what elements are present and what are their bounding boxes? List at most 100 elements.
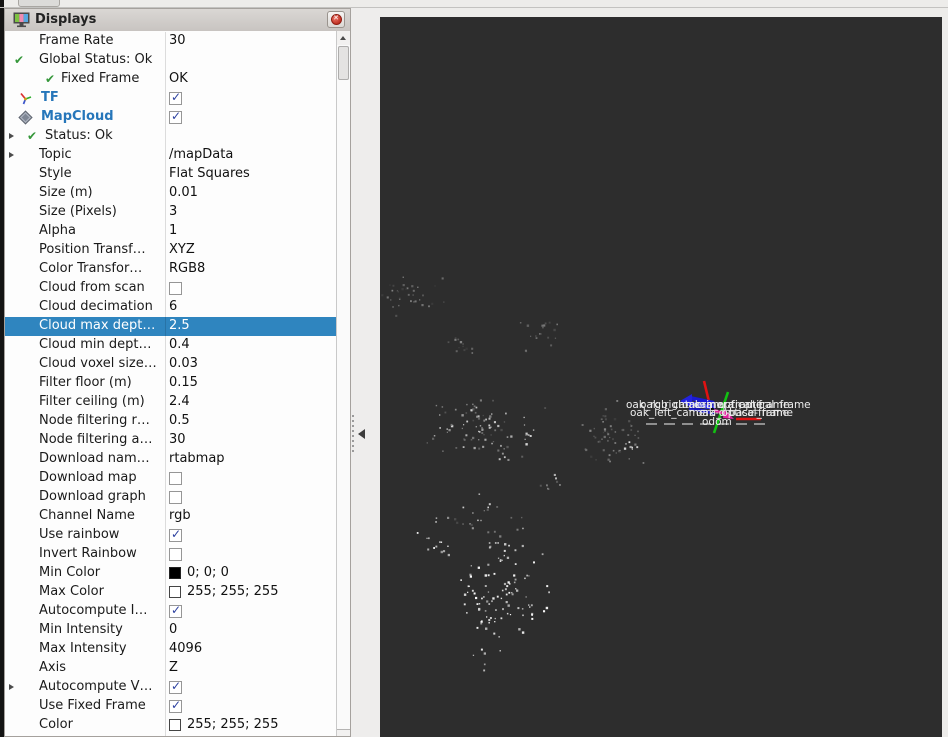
- property-row-max-intensity[interactable]: Max Intensity 4096: [5, 640, 338, 659]
- property-value[interactable]: OK: [169, 71, 338, 86]
- property-row-download-nam[interactable]: Download nam… rtabmap: [5, 450, 338, 469]
- toolbar-button-fragment[interactable]: [18, 0, 60, 7]
- color-swatch[interactable]: [169, 586, 181, 598]
- property-value[interactable]: [169, 470, 338, 485]
- property-tree[interactable]: Frame Rate 30 ✔ Global Status: Ok ✔ Fixed Fra…: [5, 31, 338, 736]
- property-value[interactable]: [169, 546, 338, 561]
- property-row-frame-rate[interactable]: Frame Rate 30: [5, 32, 338, 51]
- property-value[interactable]: 6: [169, 299, 338, 314]
- scroll-down-button[interactable]: [337, 729, 350, 736]
- checkbox-unchecked[interactable]: [169, 548, 182, 561]
- property-row-max-color[interactable]: Max Color 255; 255; 255: [5, 583, 338, 602]
- property-row-channel-name[interactable]: Channel Name rgb: [5, 507, 338, 526]
- property-value[interactable]: rtabmap: [169, 451, 338, 466]
- checkbox-unchecked[interactable]: [169, 282, 182, 295]
- property-row-mapcloud[interactable]: MapCloud: [5, 108, 338, 127]
- property-value[interactable]: /mapData: [169, 147, 338, 162]
- close-panel-button[interactable]: [327, 11, 345, 28]
- property-value[interactable]: [169, 603, 338, 618]
- checkbox-checked[interactable]: [169, 679, 182, 694]
- property-row-use-fixed-frame[interactable]: Use Fixed Frame: [5, 697, 338, 716]
- property-value[interactable]: [169, 109, 338, 124]
- checkbox-checked[interactable]: [169, 90, 182, 105]
- property-row-node-filtering-r[interactable]: Node filtering r… 0.5: [5, 412, 338, 431]
- property-value[interactable]: 2.5: [169, 318, 338, 333]
- expand-arrow-icon[interactable]: [9, 684, 14, 690]
- property-value[interactable]: Z: [169, 660, 338, 675]
- property-row-status-ok[interactable]: ✔ Status: Ok: [5, 127, 338, 146]
- property-value[interactable]: rgb: [169, 508, 338, 523]
- property-value[interactable]: 2.4: [169, 394, 338, 409]
- property-row-autocompute-i[interactable]: Autocompute I…: [5, 602, 338, 621]
- property-value[interactable]: 255; 255; 255: [169, 717, 338, 732]
- splitter-handle[interactable]: [352, 415, 354, 455]
- property-value[interactable]: 0.01: [169, 185, 338, 200]
- displays-panel-header[interactable]: Displays: [5, 9, 350, 32]
- checkbox-checked[interactable]: [169, 109, 182, 124]
- expand-arrow-icon[interactable]: [9, 152, 14, 158]
- property-row-size-pixels[interactable]: Size (Pixels) 3: [5, 203, 338, 222]
- property-value[interactable]: 0.4: [169, 337, 338, 352]
- property-value[interactable]: 3: [169, 204, 338, 219]
- property-row-cloud-from-scan[interactable]: Cloud from scan: [5, 279, 338, 298]
- property-row-axis[interactable]: Axis Z: [5, 659, 338, 678]
- property-row-autocompute-v[interactable]: Autocompute V…: [5, 678, 338, 697]
- property-value[interactable]: 0.5: [169, 413, 338, 428]
- property-row-use-rainbow[interactable]: Use rainbow: [5, 526, 338, 545]
- property-value[interactable]: Flat Squares: [169, 166, 338, 181]
- property-row-topic[interactable]: Topic/mapData: [5, 146, 338, 165]
- property-row-cloud-decimation[interactable]: Cloud decimation 6: [5, 298, 338, 317]
- property-value[interactable]: [169, 489, 338, 504]
- property-row-alpha[interactable]: Alpha 1: [5, 222, 338, 241]
- property-row-size-m[interactable]: Size (m) 0.01: [5, 184, 338, 203]
- property-value[interactable]: [169, 527, 338, 542]
- panel-scrollbar[interactable]: [336, 31, 350, 736]
- property-row-cloud-voxel-size[interactable]: Cloud voxel size… 0.03: [5, 355, 338, 374]
- property-row-download-graph[interactable]: Download graph: [5, 488, 338, 507]
- property-row-cloud-min-dept[interactable]: Cloud min dept… 0.4: [5, 336, 338, 355]
- collapse-panel-icon[interactable]: [358, 429, 365, 439]
- checkbox-unchecked[interactable]: [169, 491, 182, 504]
- property-row-invert-rainbow[interactable]: Invert Rainbow: [5, 545, 338, 564]
- property-row-min-color[interactable]: Min Color 0; 0; 0: [5, 564, 338, 583]
- property-row-position-transf[interactable]: Position Transf… XYZ: [5, 241, 338, 260]
- checkbox-unchecked[interactable]: [169, 472, 182, 485]
- property-value[interactable]: 0; 0; 0: [169, 565, 338, 580]
- property-row-node-filtering-a[interactable]: Node filtering a… 30: [5, 431, 338, 450]
- expand-arrow-icon[interactable]: [9, 133, 14, 139]
- property-value[interactable]: 4096: [169, 641, 338, 656]
- panel-splitter[interactable]: [351, 8, 380, 737]
- property-row-cloud-max-dept[interactable]: Cloud max dept… 2.5: [5, 317, 338, 336]
- property-row-color-transfor[interactable]: Color Transfor… RGB8: [5, 260, 338, 279]
- property-value[interactable]: RGB8: [169, 261, 338, 276]
- property-row-download-map[interactable]: Download map: [5, 469, 338, 488]
- property-value[interactable]: [169, 90, 338, 105]
- property-value[interactable]: [169, 679, 338, 694]
- property-value[interactable]: 0.03: [169, 356, 338, 371]
- property-value[interactable]: 30: [169, 33, 338, 48]
- property-value[interactable]: [169, 280, 338, 295]
- property-value[interactable]: [169, 698, 338, 713]
- checkbox-checked[interactable]: [169, 527, 182, 542]
- property-value[interactable]: 255; 255; 255: [169, 584, 338, 599]
- scroll-up-button[interactable]: [337, 31, 350, 45]
- property-value[interactable]: 30: [169, 432, 338, 447]
- property-row-style[interactable]: Style Flat Squares: [5, 165, 338, 184]
- property-row-filter-ceiling-m[interactable]: Filter ceiling (m) 2.4: [5, 393, 338, 412]
- property-row-tf[interactable]: TF: [5, 89, 338, 108]
- property-row-min-intensity[interactable]: Min Intensity 0: [5, 621, 338, 640]
- scrollbar-thumb[interactable]: [338, 46, 349, 80]
- property-row-global-status-ok[interactable]: ✔ Global Status: Ok: [5, 51, 338, 70]
- checkbox-checked[interactable]: [169, 698, 182, 713]
- checkbox-checked[interactable]: [169, 603, 182, 618]
- column-divider[interactable]: [165, 32, 166, 736]
- 3d-viewport[interactable]: oak_rgb_camera_optical_frame oak_right_ca…: [380, 17, 942, 737]
- property-value[interactable]: 0: [169, 622, 338, 637]
- color-swatch[interactable]: [169, 567, 181, 579]
- property-row-color[interactable]: Color 255; 255; 255: [5, 716, 338, 735]
- property-value[interactable]: 0.15: [169, 375, 338, 390]
- property-value[interactable]: 1: [169, 223, 338, 238]
- property-row-filter-floor-m[interactable]: Filter floor (m) 0.15: [5, 374, 338, 393]
- color-swatch[interactable]: [169, 719, 181, 731]
- property-row-fixed-frame[interactable]: ✔ Fixed Frame OK: [5, 70, 338, 89]
